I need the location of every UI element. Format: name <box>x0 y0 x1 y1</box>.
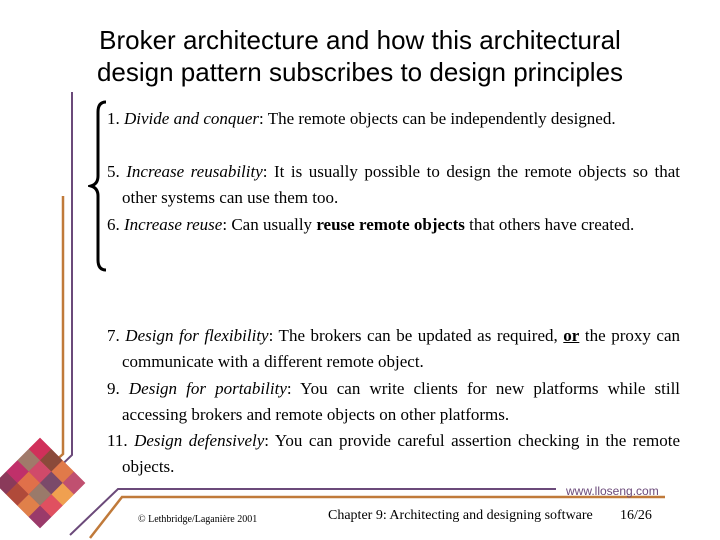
principle-item: 7. Design for flexibility: The brokers c… <box>107 323 680 374</box>
principle-item: 9. Design for portability: You can write… <box>107 376 680 427</box>
principle-name: Design for flexibility <box>125 326 269 345</box>
item-number: 6. <box>107 215 120 234</box>
principle-item: 5. Increase reusability: It is usually p… <box>107 159 680 210</box>
principle-item: 11. Design defensively: You can provide … <box>107 428 680 479</box>
principle-text: : The brokers can be updated as required… <box>268 326 564 345</box>
principle-item: 6. Increase reuse: Can usually reuse rem… <box>107 212 680 238</box>
item-number: 1. <box>107 109 120 128</box>
principle-name: Design defensively <box>134 431 265 450</box>
principle-name: Increase reusability <box>126 162 263 181</box>
emphasis-text: or <box>563 326 580 345</box>
principle-name: Divide and conquer <box>124 109 260 128</box>
copyright-notice: © Lethbridge/Laganière 2001 <box>138 514 258 525</box>
principle-item: 1. Divide and conquer: The remote object… <box>107 106 680 132</box>
item-number: 7. <box>107 326 120 345</box>
item-number: 11. <box>107 431 128 450</box>
principle-text: : The remote objects can be independentl… <box>259 109 616 128</box>
chapter-label: Chapter 9: Architecting and designing so… <box>328 508 593 523</box>
principle-text: : Can usually <box>222 215 317 234</box>
page-number: 16/26 <box>620 508 652 523</box>
item-number: 5. <box>107 162 120 181</box>
principle-name: Increase reuse <box>124 215 223 234</box>
item-number: 9. <box>107 379 120 398</box>
emphasis-text: reuse remote objects <box>316 215 465 234</box>
website-url: www.lloseng.com <box>566 484 659 498</box>
principle-name: Design for portability <box>128 379 287 398</box>
principle-text-end: that others have created. <box>464 215 635 234</box>
